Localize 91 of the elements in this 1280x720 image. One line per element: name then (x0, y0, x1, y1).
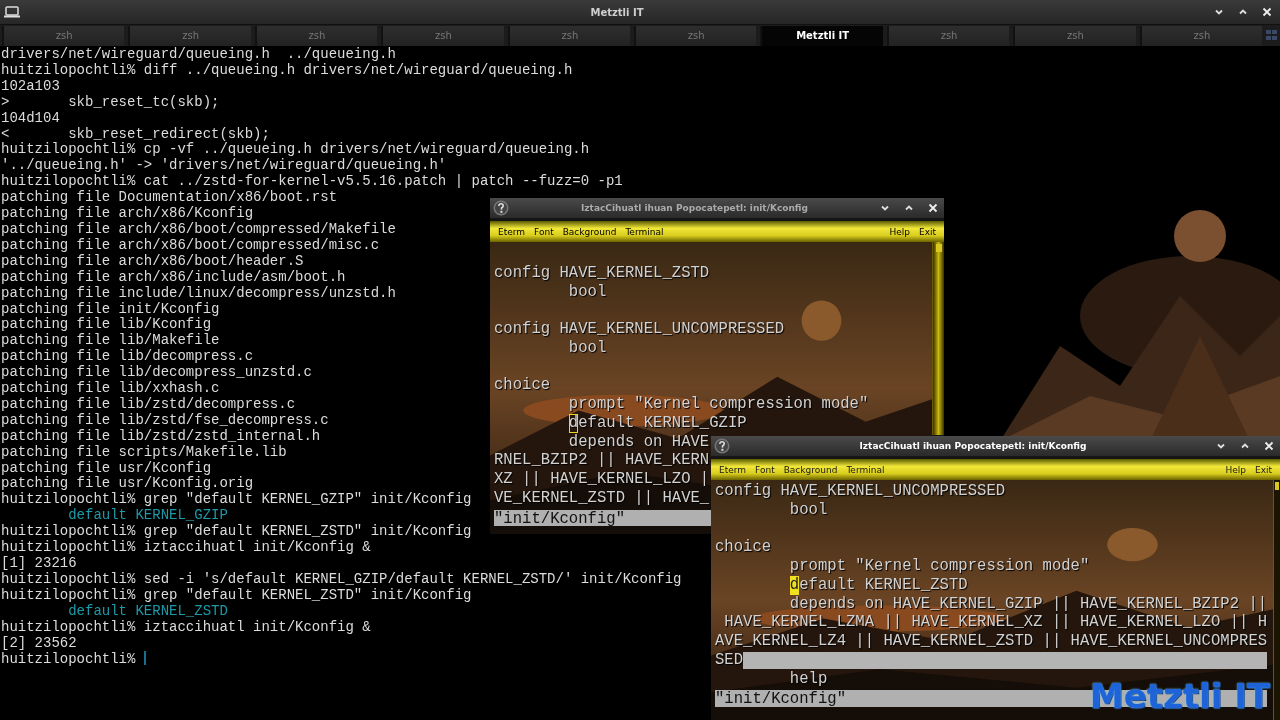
text-cursor: d (568, 413, 579, 433)
terminal-line: patching file lib/Kconfig (1, 316, 212, 333)
terminal-line: patching file lib/decompress.c (1, 348, 254, 365)
terminal-line: depends on HAVE_KERNEL_GZIP || HAVE_KERNEL_BZIP2 || (788, 594, 1268, 614)
menu-item[interactable]: Exit (918, 226, 936, 237)
terminal-line: patching file lib/zstd/fse_decompress.c (1, 411, 329, 428)
terminal-line: patching file lib/zstd/zstd_internal.h (1, 427, 321, 444)
terminal-line: huitzilopochtli% grep "default KERNEL_ZSTD" init/Kconfig (1, 523, 472, 540)
help-icon[interactable] (493, 200, 509, 216)
terminal-line: RNEL_BZIP2 || HAVE_KERN (494, 451, 710, 470)
terminal-line: config HAVE_KERNEL_ZSTD (494, 263, 710, 283)
terminal-line: prompt "Kernel compression mode" (567, 395, 869, 414)
minimize-icon[interactable] (880, 203, 890, 213)
terminal-line: [1] 23216 (1, 555, 77, 571)
terminal-line: prompt "Kernel compression mode" (788, 557, 1090, 576)
terminal-line: config HAVE_KERNEL_UNCOMPRESSED (494, 320, 785, 339)
terminal-line: patching file arch/x86/boot/header.S (1, 252, 304, 269)
terminal-line: huitzilopochtli% grep "default KERNEL_ZSTD" init/Kconfig (1, 586, 472, 603)
terminal-line: efault KERNEL_GZIP (578, 413, 747, 433)
terminal-line: bool (567, 282, 607, 302)
terminal-line: huitzilopochtli% grep "default KERNEL_GZIP" init/Kconfig (1, 491, 472, 508)
minimize-icon[interactable] (1216, 441, 1226, 451)
menu-item[interactable]: Eterm (498, 226, 526, 237)
window-title: Metztli IT (589, 6, 645, 18)
text-cursor (143, 651, 146, 666)
terminal-line: > skb_reset_tc(skb); (1, 93, 220, 110)
terminal-line: huitzilopochtli% iztaccihuatl init/Kconfig & (1, 618, 371, 635)
terminal-line: patching file include/linux/decompress/unzstd.h (1, 284, 396, 301)
terminal-line: help (788, 669, 828, 689)
terminal-line: '../queueing.h' -> 'drivers/net/wireguard/queueing.h' (1, 157, 447, 174)
menu-item[interactable]: Exit (1254, 464, 1272, 475)
maximize-icon[interactable] (1240, 441, 1250, 451)
terminal-line: bool (567, 338, 607, 358)
terminal-line: patching file lib/xxhash.c (1, 380, 220, 397)
terminal-line: huitzilopochtli% cp -vf ../queueing.h drivers/net/wireguard/queueing.h (1, 141, 590, 158)
close-icon[interactable] (928, 203, 938, 213)
terminal-line: < skb_reset_redirect(skb); (1, 125, 270, 142)
terminal-line: patching file arch/x86/include/asm/boot.h (1, 268, 346, 285)
window-title: IztacCihuatl ihuan Popocatepetl: init/Kconfig (858, 441, 1088, 451)
terminal-line: patching file usr/Kconfig.orig (1, 475, 254, 492)
menu-item[interactable]: Help (1225, 464, 1246, 475)
terminal-line: default KERNEL_GZIP (67, 507, 228, 524)
terminal-line: default KERNEL_ZSTD (67, 602, 228, 619)
scrollbar[interactable] (932, 242, 944, 435)
text-cursor: d (789, 575, 800, 595)
terminal-line: efault KERNEL_ZSTD (799, 575, 968, 595)
terminal-line: huitzilopochtli% iztaccihuatl init/Kconfig & (1, 539, 371, 556)
terminal-line: AVE_KERNEL_LZ4 || HAVE_KERNEL_ZSTD || HAVE_KERNEL_UNCOMPRES (715, 632, 1268, 651)
maximize-icon[interactable] (1238, 7, 1248, 17)
terminal-line: depends on HAVE (567, 432, 710, 452)
terminal-line: patching file lib/Makefile (1, 332, 220, 349)
terminal-line: patching file scripts/Makefile.lib (1, 443, 287, 460)
minimize-icon[interactable] (1214, 7, 1224, 17)
maximize-icon[interactable] (904, 203, 914, 213)
menu-item[interactable]: Terminal (846, 464, 885, 475)
close-icon[interactable] (1264, 441, 1274, 451)
tab[interactable]: Metztli IT (760, 26, 883, 46)
menu-item[interactable]: Eterm (719, 464, 747, 475)
terminal-line: 104d104 (1, 109, 60, 126)
scroll-up-button[interactable] (935, 244, 942, 252)
window-title: IztacCihuatl ihuan Popocatepetl: init/Kconfig (580, 203, 809, 213)
terminal-line: choice (715, 538, 772, 557)
terminal-line: [2] 23562 (1, 634, 77, 651)
scrollbar[interactable] (1273, 480, 1280, 720)
terminal-line: patching file init/Kconfig (1, 300, 220, 317)
menu-item[interactable]: Background (783, 464, 838, 475)
terminal-line: choice (494, 376, 551, 395)
terminal-line: patching file arch/x86/Kconfig (1, 205, 254, 222)
terminal-line: VE_KERNEL_ZSTD || HAVE_ (494, 488, 710, 508)
terminal-line: patching file Documentation/x86/boot.rst (1, 189, 338, 206)
menu-item[interactable]: Help (889, 226, 910, 237)
terminal-line: huitzilopochtli% sed -i 's/default KERNEL_GZIP/default KERNEL_ZSTD/' init/Kconfig (1, 570, 682, 587)
terminal-line: 102a103 (1, 77, 60, 94)
terminal-line: patching file lib/zstd/decompress.c (1, 395, 296, 412)
menu-item[interactable]: Terminal (625, 226, 664, 237)
terminal-line: patching file lib/decompress_unzstd.c (1, 364, 312, 381)
menu-item[interactable]: Font (534, 226, 554, 237)
terminal-line: drivers/net/wireguard/queueing.h ../queueing.h (1, 46, 396, 62)
close-icon[interactable] (1262, 7, 1272, 17)
terminal-line: XZ || HAVE_KERNEL_LZO | (494, 470, 710, 489)
terminal-line: patching file arch/x86/boot/compressed/misc.c (1, 236, 380, 253)
menu-item[interactable]: Font (755, 464, 775, 475)
terminal-line: config HAVE_KERNEL_UNCOMPRESSED (715, 482, 1006, 501)
terminal-line: SED (715, 650, 744, 670)
terminal-line: patching file arch/x86/boot/compressed/Makefile (1, 220, 396, 237)
help-icon[interactable] (714, 438, 730, 454)
shell-prompt: huitzilopochtli% (1, 651, 137, 668)
menu-item[interactable]: Background (562, 226, 617, 237)
terminal-line: huitzilopochtli% diff ../queueing.h drivers/net/wireguard/queueing.h (1, 61, 573, 78)
terminal-line: patching file usr/Kconfig (1, 459, 212, 476)
terminal-line: huitzilopochtli% cat ../zstd-for-kernel-v5.5.16.patch | patch --fuzz=0 -p1 (1, 173, 623, 190)
